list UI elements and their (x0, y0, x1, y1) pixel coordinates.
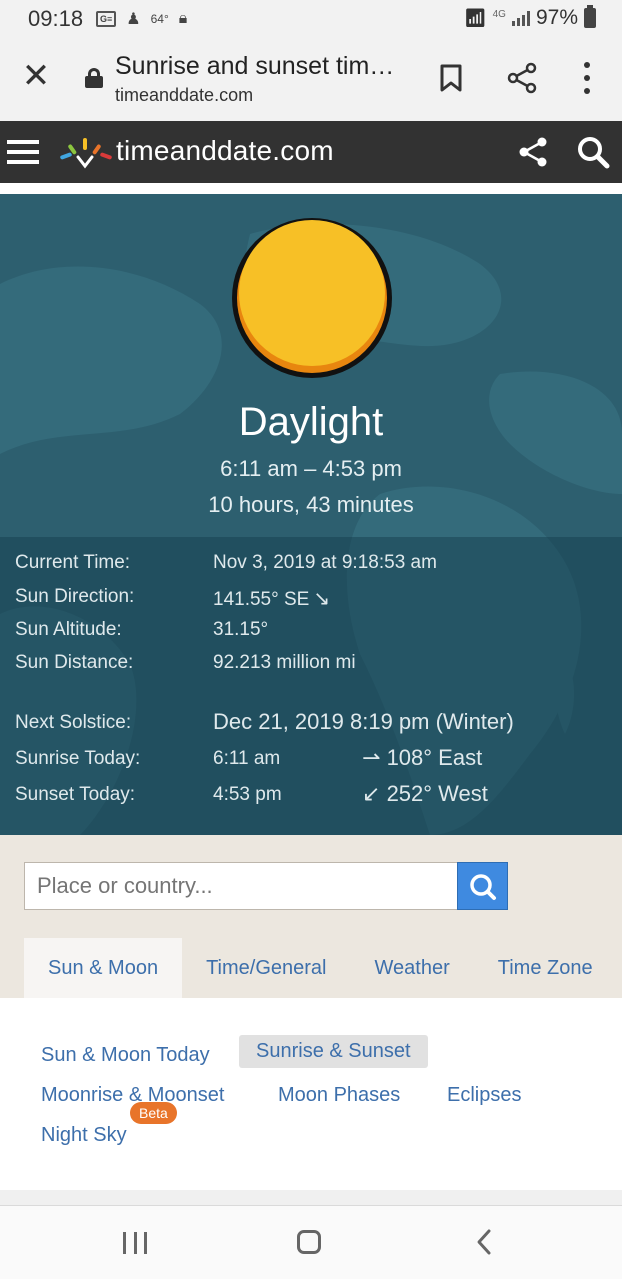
bookmark-icon[interactable] (440, 64, 462, 92)
battery-icon (584, 5, 596, 28)
sun-direction-row: Sun Direction: 141.55° SE ↘ (0, 586, 622, 616)
current-time-label: Current Time: (15, 552, 131, 573)
arrow-left-icon: ↙ (362, 781, 381, 806)
system-nav-bar (0, 1206, 622, 1279)
sun-direction-value: 141.55° SE (213, 589, 310, 610)
tab-time-zone[interactable]: Time Zone (474, 938, 617, 998)
current-time-value: Nov 3, 2019 at 9:18:53 am (213, 552, 437, 573)
site-header: timeanddate.com (0, 121, 622, 183)
page-title[interactable]: Sunrise and sunset tim… (115, 52, 394, 81)
sunset-today-row: Sunset Today: 4:53 pm ↙ 252° West (0, 781, 622, 814)
sunrise-direction-wrap: ⇀ 108° East (362, 745, 482, 771)
subnav-night-sky[interactable]: Night Sky (41, 1124, 127, 1147)
daylight-title: Daylight (238, 400, 384, 444)
sun-moon-subnav: Sun & Moon Today Sunrise & Sunset Moonri… (0, 998, 622, 1190)
menu-icon[interactable] (7, 140, 39, 164)
lock-notification-icon: 🔒︎ (178, 10, 188, 27)
google-news-icon: G≡ (96, 11, 117, 27)
lock-icon[interactable] (85, 68, 103, 88)
subnav-moonrise-moonset[interactable]: Moonrise & Moonset (41, 1084, 224, 1107)
sun-direction-value-wrap: 141.55° SE ↘ (213, 586, 330, 611)
subnav-eclipses[interactable]: Eclipses (447, 1084, 521, 1107)
next-solstice-label: Next Solstice: (15, 712, 132, 733)
network-type: 4G (492, 8, 506, 20)
tab-sun-moon[interactable]: Sun & Moon (24, 938, 183, 998)
current-time-row: Current Time: Nov 3, 2019 at 9:18:53 am (0, 552, 622, 582)
search-icon (470, 874, 496, 900)
sun-distance-label: Sun Distance: (15, 652, 134, 673)
logo-icon[interactable] (58, 135, 114, 169)
status-time: 09:18 (28, 6, 84, 31)
sun-altitude-value: 31.15° (213, 619, 269, 640)
place-search-input[interactable] (24, 862, 458, 910)
site-share-icon[interactable] (518, 137, 548, 167)
sun-altitude-row: Sun Altitude: 31.15° (0, 619, 622, 649)
sun-distance-row: Sun Distance: 92.213 million mi (0, 652, 622, 682)
sunset-today-value: 4:53 pm (213, 784, 282, 805)
sunset-today-label: Sunset Today: (15, 784, 136, 805)
page-url[interactable]: timeanddate.com (115, 85, 253, 106)
sun-distance-value: 92.213 million mi (213, 652, 356, 673)
sunrise-today-row: Sunrise Today: 6:11 am ⇀ 108° East (0, 745, 622, 778)
sunset-direction-wrap: ↙ 252° West (362, 781, 488, 807)
arrow-down-right-icon: ↘ (313, 588, 331, 610)
sun-altitude-label: Sun Altitude: (15, 619, 122, 640)
next-solstice-row: Next Solstice: Dec 21, 2019 8:19 pm (Win… (0, 709, 622, 742)
browser-toolbar: ✕ Sunrise and sunset tim… timeanddate.co… (0, 38, 622, 121)
share-icon[interactable] (506, 62, 538, 94)
category-tabs: Sun & Moon Time/General Weather Time Zon… (24, 938, 617, 998)
search-button[interactable] (457, 862, 508, 910)
header-spacer (0, 183, 622, 194)
status-right: 📶︎ 4G 97% (463, 5, 596, 30)
sunrise-direction: 108° East (386, 745, 483, 770)
status-left-icons: G≡ ♟ 64° 🔒︎ (96, 9, 187, 29)
sunrise-today-label: Sunrise Today: (15, 748, 141, 769)
arrow-right-icon: ⇀ (362, 745, 381, 770)
status-bar: 09:18 G≡ ♟ 64° 🔒︎ 📶︎ 4G 97% (0, 0, 622, 38)
search-section: Sun & Moon Time/General Weather Time Zon… (0, 835, 622, 998)
content-bottom-edge (0, 1190, 622, 1206)
site-search-icon[interactable] (576, 135, 610, 169)
subnav-sun-moon-today[interactable]: Sun & Moon Today (41, 1044, 210, 1067)
beta-badge: Beta (130, 1102, 177, 1124)
daylight-length: 10 hours, 43 minutes (208, 492, 414, 517)
sun-icon (232, 218, 392, 378)
recent-apps-icon[interactable] (123, 1232, 147, 1254)
tab-time-general[interactable]: Time/General (182, 938, 350, 998)
next-solstice-value[interactable]: Dec 21, 2019 8:19 pm (Winter) (213, 709, 514, 735)
weather-temperature: 64° (150, 12, 169, 26)
daylight-hero: Daylight 6:11 am – 4:53 pm 10 hours, 43 … (0, 194, 622, 835)
subnav-sunrise-sunset[interactable]: Sunrise & Sunset (239, 1035, 428, 1068)
close-icon[interactable]: ✕ (20, 59, 52, 93)
tab-weather[interactable]: Weather (351, 938, 474, 998)
battery-percent: 97% (535, 6, 578, 29)
sun-info-panel: Current Time: Nov 3, 2019 at 9:18:53 am … (0, 537, 622, 835)
wifi-icon: 📶︎ (463, 7, 487, 28)
sunrise-today-value: 6:11 am (213, 748, 281, 769)
site-logo-text[interactable]: timeanddate.com (116, 135, 334, 167)
signal-icon (511, 10, 530, 26)
back-icon[interactable] (474, 1228, 494, 1256)
more-options-icon[interactable] (580, 62, 594, 94)
sunset-direction: 252° West (386, 781, 488, 806)
subnav-moon-phases[interactable]: Moon Phases (278, 1084, 400, 1107)
home-icon[interactable] (297, 1230, 321, 1254)
daylight-range: 6:11 am – 4:53 pm (220, 456, 402, 481)
sun-direction-label: Sun Direction: (15, 586, 135, 607)
notification-person-icon: ♟ (126, 11, 141, 28)
